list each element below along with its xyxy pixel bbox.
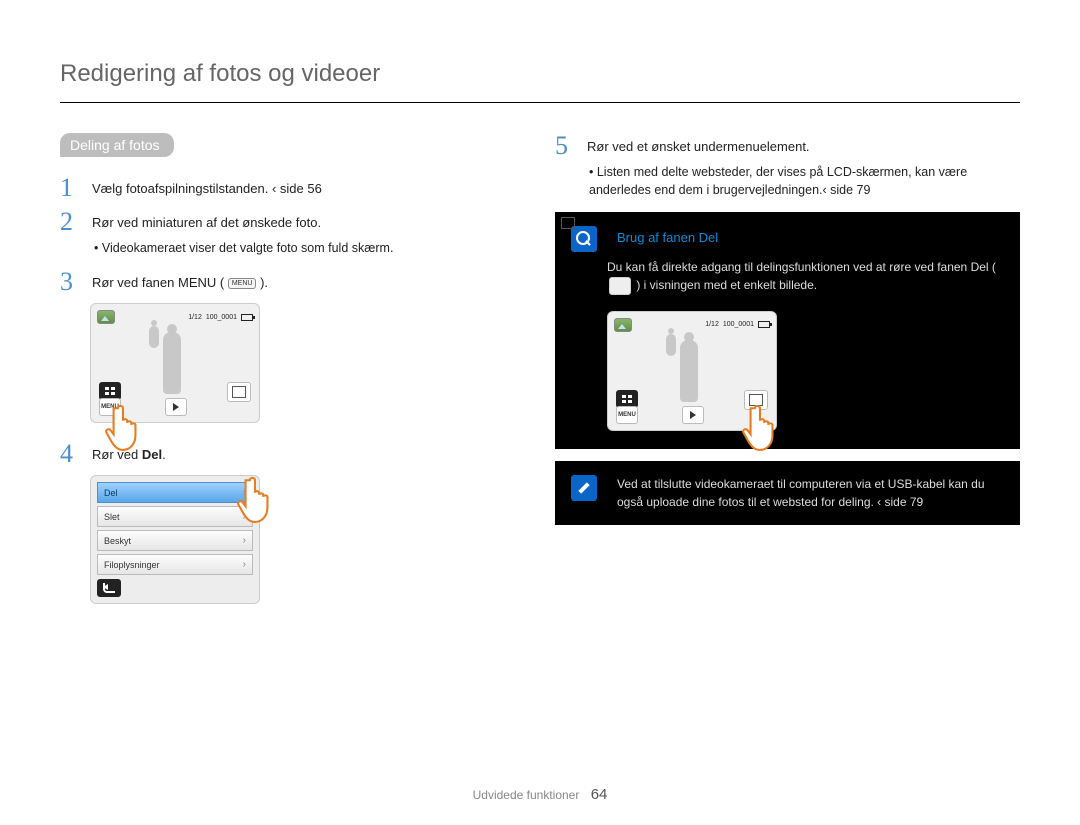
share-tab-icon	[609, 277, 631, 295]
step-4: 4 Rør ved Del.	[60, 441, 525, 467]
step-2: 2 Rør ved miniaturen af det ønskede foto…	[60, 209, 525, 261]
step-bullet: Listen med delte websteder, der vises på…	[587, 163, 1020, 201]
footer-page-number: 64	[591, 786, 608, 803]
lcd-counter: 1/12	[188, 314, 202, 321]
menu-chip: MENU	[228, 278, 257, 289]
step-bullet: Videokameraet viser det valgte foto som …	[92, 239, 393, 258]
magnifier-icon	[571, 226, 597, 252]
step-5: 5 Rør ved et ønsket undermenuelement. Li…	[555, 133, 1020, 204]
step-number: 1	[60, 175, 82, 201]
share-tab-button[interactable]	[744, 390, 768, 410]
chevron-right-icon: ›	[243, 535, 246, 546]
callout-title: Brug af fanen Del	[617, 230, 718, 245]
lcd-screenshot-menu: 1/12 100_0001 MENU	[90, 303, 260, 423]
step-text: ).	[260, 275, 268, 290]
menu-tab-button[interactable]: MENU	[616, 406, 638, 424]
menu-item-filoplysninger[interactable]: Filoplysninger ›	[97, 554, 253, 575]
step-number: 3	[60, 269, 82, 295]
battery-icon	[241, 314, 253, 321]
menu-item-label: Slet	[104, 512, 120, 522]
photo-silhouette	[664, 334, 714, 408]
page-footer: Udvidede funktioner 64	[0, 786, 1080, 803]
note-pencil-icon	[571, 475, 597, 501]
lcd-counter: 1/12	[705, 321, 719, 328]
footer-section: Udvidede funktioner	[473, 788, 580, 802]
callout-tip-box: Brug af fanen Del Du kan få direkte adga…	[555, 212, 1020, 449]
back-button[interactable]	[97, 579, 121, 597]
menu-item-slet[interactable]: Slet ›	[97, 506, 253, 527]
step-number: 4	[60, 441, 82, 467]
menu-item-del[interactable]: Del ›	[97, 482, 253, 503]
battery-icon	[758, 321, 770, 328]
photo-silhouette	[147, 326, 197, 400]
step-text: Rør ved	[92, 447, 142, 462]
menu-item-label: Beskyt	[104, 536, 131, 546]
photo-mode-icon	[97, 310, 115, 324]
step-text: Rør ved fanen MENU (	[92, 275, 224, 290]
callout-body: Du kan få direkte adgang til delingsfunk…	[607, 258, 1004, 295]
lcd-filename: 100_0001	[723, 321, 754, 328]
step-text: Rør ved et ønsket undermenuelement.	[587, 139, 810, 154]
callout-body: Ved at tilslutte videokameraet til compu…	[617, 475, 1004, 511]
step-bold: Del	[142, 447, 162, 462]
lcd-filename: 100_0001	[206, 314, 237, 321]
section-pill: Deling af fotos	[60, 133, 174, 157]
step-text: .	[162, 447, 166, 462]
menu-item-label: Del	[104, 488, 118, 498]
chevron-right-icon: ›	[243, 487, 246, 498]
page-title: Redigering af fotos og videoer	[60, 60, 1020, 103]
step-3: 3 Rør ved fanen MENU ( MENU ).	[60, 269, 525, 295]
chevron-right-icon: ›	[243, 511, 246, 522]
step-text: Rør ved miniaturen af det ønskede foto.	[92, 215, 321, 230]
play-button[interactable]	[682, 406, 704, 424]
step-text: Vælg fotoafspilningstilstanden. ‹ side 5…	[92, 175, 322, 199]
lcd-screenshot-share: 1/12 100_0001 MENU	[607, 311, 777, 431]
right-column: 5 Rør ved et ønsket undermenuelement. Li…	[555, 133, 1020, 604]
chevron-right-icon: ›	[243, 559, 246, 570]
menu-item-beskyt[interactable]: Beskyt ›	[97, 530, 253, 551]
photo-mode-icon	[614, 318, 632, 332]
left-column: Deling af fotos 1 Vælg fotoafspilningsti…	[60, 133, 525, 604]
share-tab-button[interactable]	[227, 382, 251, 402]
play-button[interactable]	[165, 398, 187, 416]
callout-note-box: Ved at tilslutte videokameraet til compu…	[555, 461, 1020, 525]
step-1: 1 Vælg fotoafspilningstilstanden. ‹ side…	[60, 175, 525, 201]
step-number: 5	[555, 133, 577, 159]
menu-tab-button[interactable]: MENU	[99, 398, 121, 416]
lcd-menu-list: Del › Slet › Beskyt › Filoplysninger ›	[90, 475, 260, 604]
menu-item-label: Filoplysninger	[104, 560, 160, 570]
step-number: 2	[60, 209, 82, 235]
